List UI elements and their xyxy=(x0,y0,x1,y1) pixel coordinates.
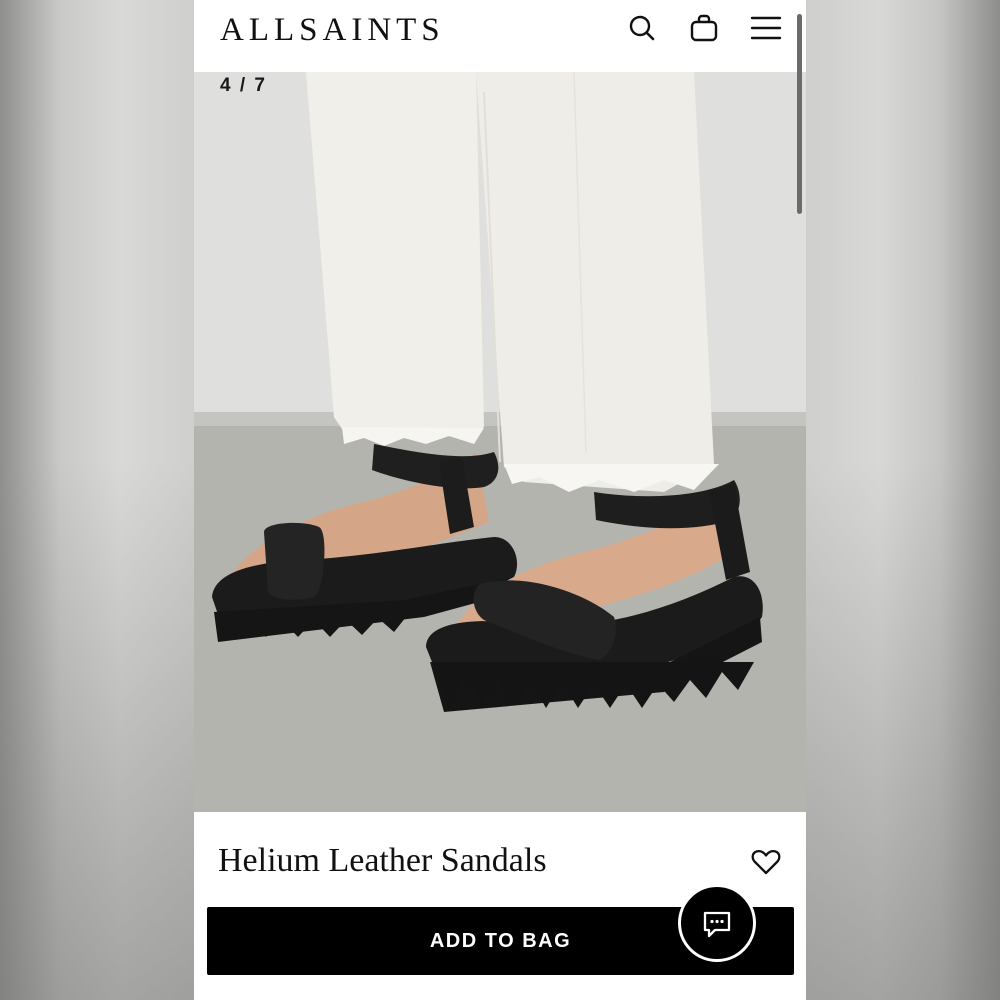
mobile-screen: ALLSAINTS 4 / 7 Helium Leather Sandals A… xyxy=(194,0,806,1000)
chat-icon xyxy=(703,911,731,938)
scrollbar[interactable] xyxy=(797,14,802,214)
site-header: ALLSAINTS xyxy=(194,0,806,72)
image-counter: 4 / 7 xyxy=(220,75,267,96)
brand-logo[interactable]: ALLSAINTS xyxy=(220,10,445,50)
search-icon[interactable] xyxy=(626,12,658,44)
heart-icon[interactable] xyxy=(750,846,782,878)
menu-icon[interactable] xyxy=(750,12,782,44)
bag-icon[interactable] xyxy=(688,12,720,44)
product-title: Helium Leather Sandals xyxy=(218,842,547,879)
product-image[interactable]: 4 / 7 xyxy=(194,72,806,812)
product-photo xyxy=(194,72,806,812)
chat-button[interactable] xyxy=(678,884,756,962)
